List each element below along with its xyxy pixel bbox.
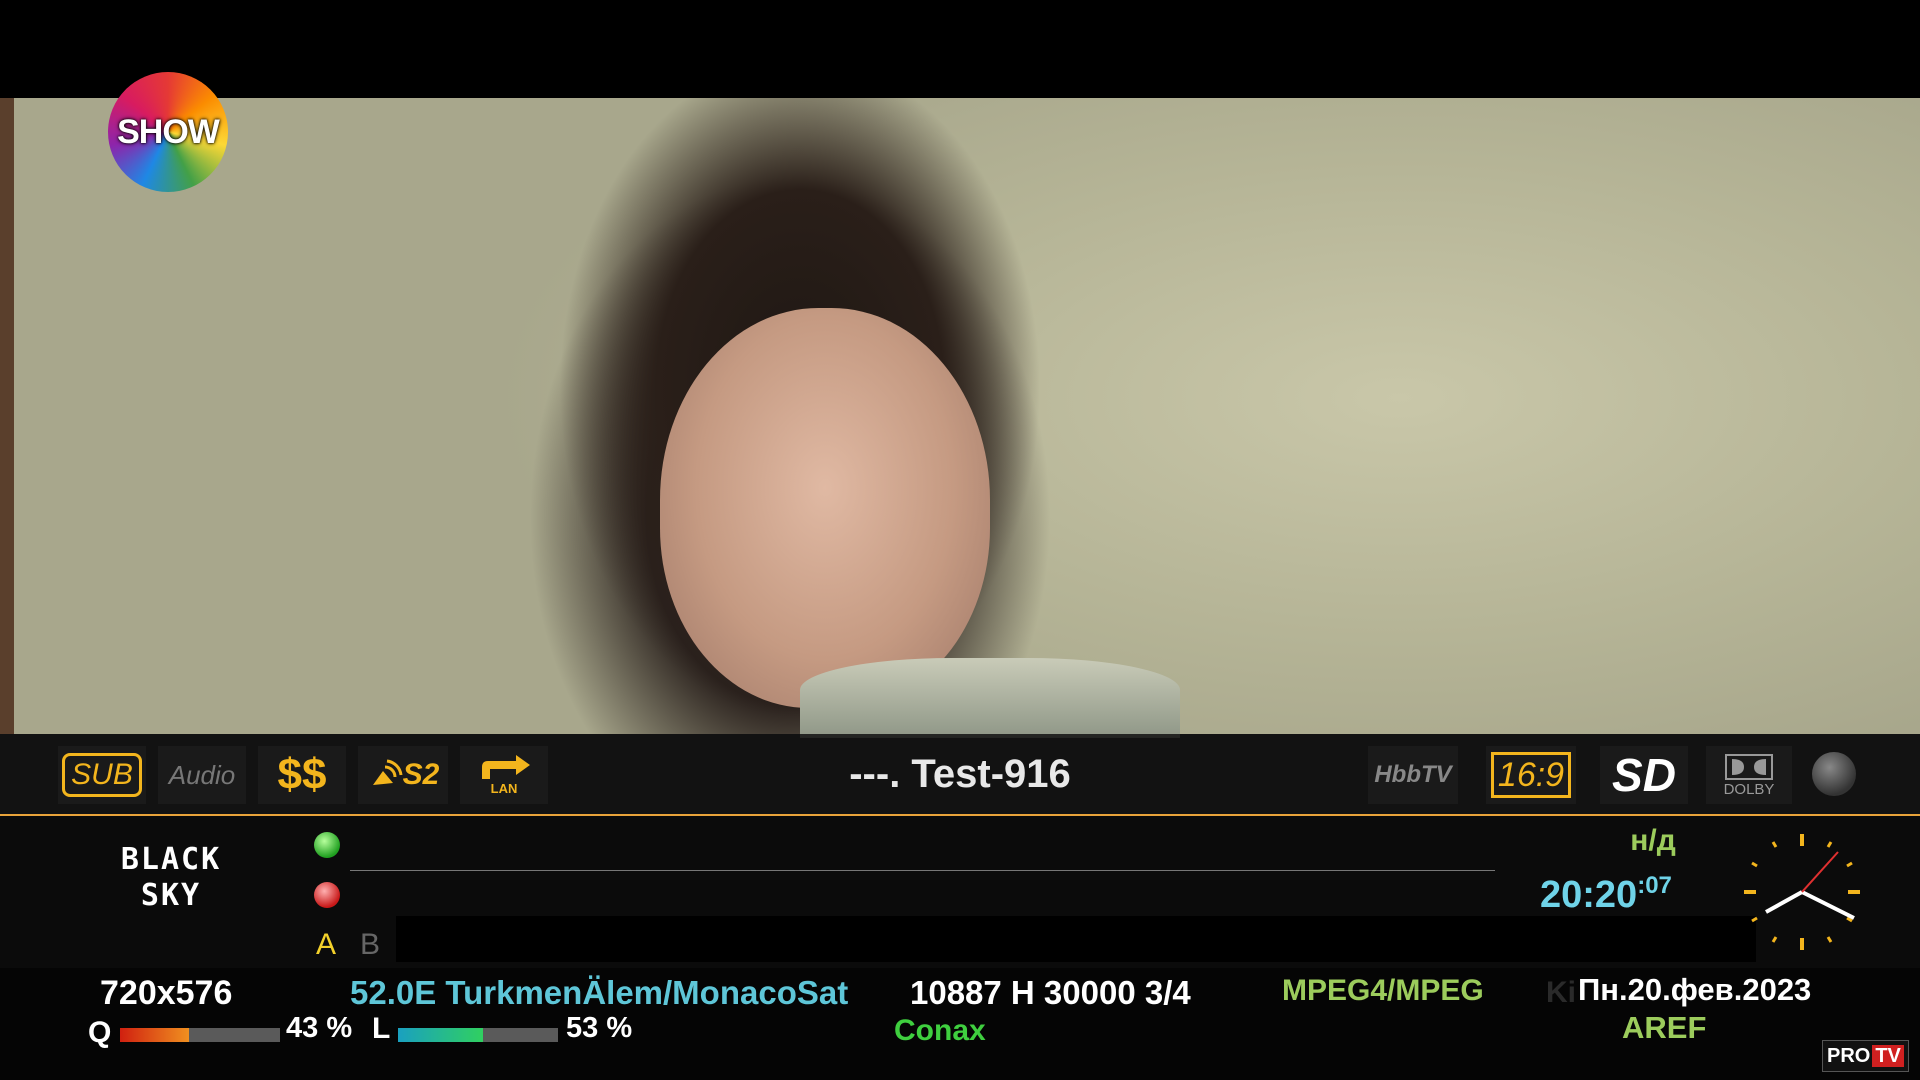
watermark-tv: TV: [1872, 1045, 1904, 1067]
subtitles-badge-label: SUB: [62, 753, 142, 797]
aspect-ratio-badge-label: 16:9: [1490, 752, 1572, 798]
analog-clock-icon: [1744, 834, 1860, 950]
current-time: 20:20:07: [1540, 872, 1672, 917]
aref-text: AREF: [1622, 1010, 1707, 1045]
next-event-indicator-icon: [314, 882, 340, 908]
record-indicator-icon[interactable]: [1812, 752, 1856, 796]
watermark-logo: PRO TV: [1822, 1040, 1909, 1072]
encryption-badge: $$: [258, 746, 346, 804]
lan-badge-label: LAN: [490, 780, 518, 796]
video-figure-robe: [800, 658, 1180, 738]
lan-badge: LAN: [460, 746, 548, 804]
video-figure-face: [660, 308, 990, 708]
dvb-s2-badge-label: S2: [402, 758, 440, 791]
subtitles-badge[interactable]: SUB: [58, 746, 146, 804]
cas-system-text: Conax: [894, 1014, 986, 1047]
dolby-badge: DOLBY: [1706, 746, 1792, 804]
dolby-icon: [1725, 753, 1773, 780]
quality-percent: 43 %: [286, 1012, 353, 1044]
epg-description-area: [396, 916, 1756, 962]
encryption-badge-label: $$: [277, 750, 327, 799]
watermark-pro: PRO: [1827, 1045, 1871, 1067]
level-bar: [398, 1028, 558, 1042]
audio-badge[interactable]: Audio: [158, 746, 246, 804]
satellite-text: 52.0E TurkmenÄlem/MonacoSat: [350, 974, 849, 1011]
aspect-ratio-badge: 16:9: [1486, 746, 1576, 804]
channel-logo-text: SHOW: [117, 112, 220, 151]
brand-line-1: BLACK: [120, 842, 222, 877]
audio-badge-label: Audio: [168, 759, 236, 790]
level-bar-fill: [398, 1028, 483, 1042]
quality-bar-fill: [120, 1028, 189, 1042]
video-frame: [0, 98, 1920, 738]
brand-line-2: SKY: [140, 878, 202, 913]
resolution-text: 720x576: [100, 974, 233, 1012]
satellite-dish-icon: [372, 759, 403, 785]
brand-logo: BLACK SKY: [96, 842, 246, 914]
ki-text: Ki: [1546, 976, 1576, 1009]
date-text: Пн.20.фев.2023: [1578, 972, 1812, 1007]
quality-bar: [120, 1028, 280, 1042]
codec-text: MPEG4/MPEG: [1282, 974, 1484, 1007]
slot-b-label[interactable]: B: [360, 928, 380, 962]
quality-label: Q: [88, 1016, 112, 1049]
channel-logo: SHOW: [108, 72, 228, 192]
dvb-s2-badge: S2: [358, 746, 448, 804]
time-main: 20:20: [1540, 874, 1638, 916]
dolby-badge-label: DOLBY: [1723, 780, 1775, 798]
time-seconds: :07: [1637, 872, 1672, 899]
lan-arrow-icon: [482, 754, 530, 779]
background-post: [0, 98, 14, 734]
level-percent: 53 %: [566, 1012, 633, 1044]
epg-divider: [350, 870, 1495, 871]
transponder-text: 10887 H 30000 3/4: [910, 974, 1191, 1011]
definition-badge-label: SD: [1612, 749, 1676, 801]
definition-badge: SD: [1600, 746, 1688, 804]
hbbtv-badge-label: HbbTV: [1374, 761, 1452, 788]
slot-a-label[interactable]: A: [316, 928, 336, 962]
day-indicator: н/д: [1630, 824, 1676, 857]
channel-title: ---. Test-916: [849, 752, 1071, 796]
level-label: L: [372, 1012, 391, 1045]
hbbtv-badge[interactable]: HbbTV: [1368, 746, 1458, 804]
current-event-indicator-icon: [314, 832, 340, 858]
